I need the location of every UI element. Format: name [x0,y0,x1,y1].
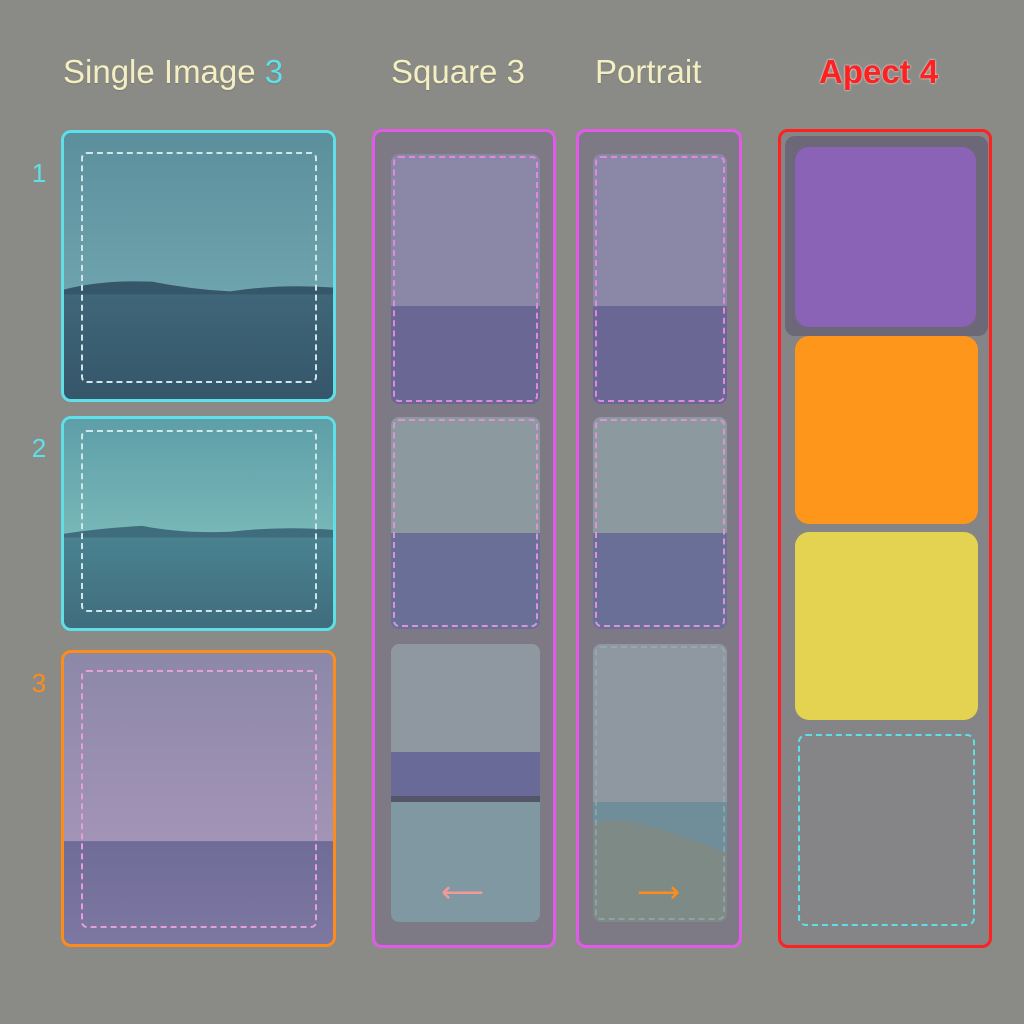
seascape-image [64,133,333,399]
seascape-image [64,653,333,944]
square-tile-2[interactable] [391,417,540,629]
portrait-tile-1[interactable] [593,154,727,404]
portrait-tile-2[interactable] [593,417,727,629]
single-image-3[interactable] [61,650,336,947]
single-image-1[interactable] [61,130,336,402]
seascape-image [391,417,540,629]
single-image-2[interactable] [61,416,336,631]
row-number-2: 2 [31,433,47,463]
arrow-right-icon[interactable]: ⟶ [637,878,680,908]
orange-block[interactable] [795,336,978,524]
yellow-block[interactable] [795,532,978,720]
seascape-image [64,419,333,628]
seascape-image [593,154,727,404]
arrow-left-icon[interactable]: ⟵ [441,878,484,908]
seascape-image [593,417,727,629]
row-number-1: 1 [31,158,47,188]
square-strip[interactable]: ⟵ [372,129,556,948]
empty-slot[interactable] [798,734,975,926]
purple-block[interactable] [795,147,976,327]
row-number-3: 3 [31,668,47,698]
single-image-title: Single Image 3 [63,52,283,92]
single-image-count: 3 [264,53,284,90]
aspect-strip[interactable] [778,129,992,948]
seascape-image [391,154,540,404]
square-title: Square 3 [391,53,525,90]
square-tile-1[interactable] [391,154,540,404]
single-image-label: Single Image [63,53,256,90]
portrait-title: Portrait [595,53,702,90]
aspect-title: Apect 4 [819,53,939,90]
portrait-strip[interactable]: ⟶ [576,129,742,948]
